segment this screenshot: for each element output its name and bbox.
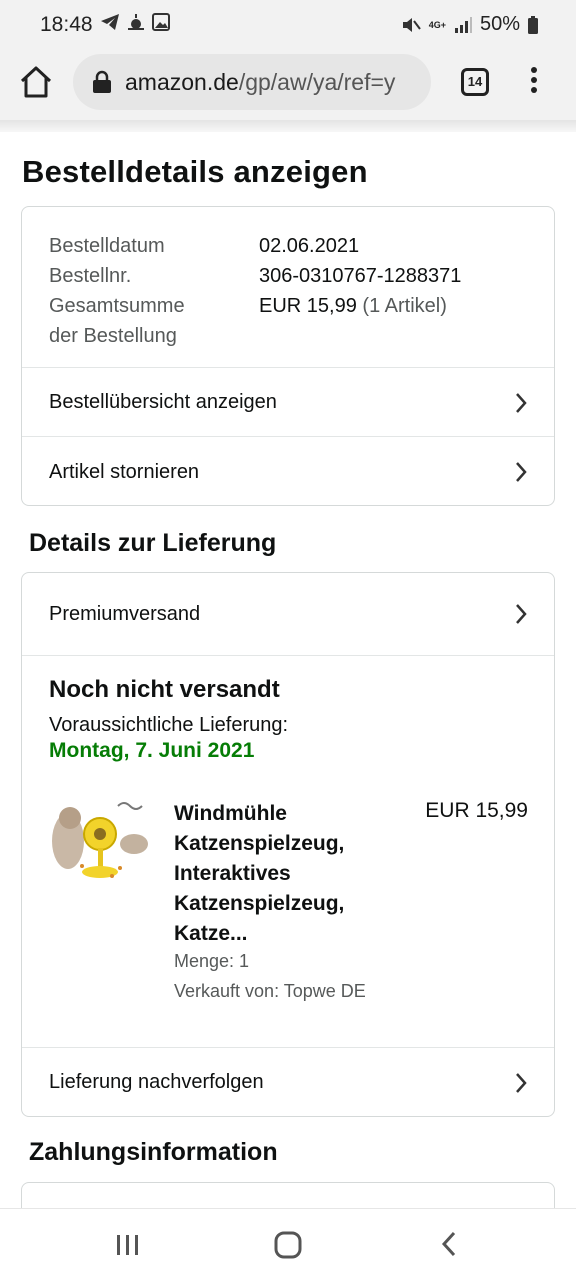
- lock-icon: [93, 70, 111, 93]
- order-total-value: EUR 15,99 (1 Artikel): [259, 291, 447, 351]
- payment-section-title: Zahlungsinformation: [29, 1138, 278, 1166]
- network-type: 4G+: [428, 19, 446, 30]
- shipment-details: Noch nicht versandt Voraussichtliche Lie…: [22, 655, 554, 1047]
- signal-icon: [454, 16, 472, 33]
- home-button-icon[interactable]: [274, 1231, 302, 1259]
- toolbar-shadow: [0, 120, 576, 132]
- order-number-label: Bestellnr.: [49, 265, 132, 287]
- order-overview-label: Bestellübersicht anzeigen: [49, 391, 277, 413]
- order-summary-card: Bestelldatum 02.06.2021 Bestellnr. 306-0…: [21, 206, 555, 506]
- gallery-icon: [152, 13, 170, 31]
- url-host: amazon.de: [125, 69, 239, 95]
- shipment-status: Noch nicht versandt: [49, 676, 280, 703]
- expected-delivery-label: Voraussichtliche Lieferung:: [49, 714, 289, 736]
- product-image[interactable]: [48, 796, 152, 886]
- battery-percent: 50%: [479, 13, 520, 35]
- recent-apps-icon[interactable]: [115, 1233, 141, 1257]
- order-date-label: Bestelldatum: [49, 235, 165, 257]
- menu-dots-icon[interactable]: [526, 64, 542, 100]
- status-time: 18:48: [40, 13, 93, 36]
- url-path: /gp/aw/ya/ref=y: [238, 69, 396, 95]
- back-icon[interactable]: [440, 1231, 458, 1257]
- expected-delivery-date: Montag, 7. Juni 2021: [49, 739, 255, 762]
- order-item-count: (1 Artikel): [362, 295, 447, 317]
- battery-icon: [528, 15, 538, 34]
- chevron-right-icon: [516, 393, 527, 413]
- cancel-items-link[interactable]: Artikel stornieren: [22, 436, 554, 505]
- chevron-right-icon: [516, 604, 527, 624]
- chevron-right-icon: [516, 1073, 527, 1093]
- order-date-value: 02.06.2021: [259, 235, 360, 257]
- tab-switcher-button[interactable]: 14: [461, 68, 489, 96]
- weather-icon: [128, 14, 144, 30]
- status-bar: 18:48 4G+ 50%: [0, 0, 576, 50]
- order-overview-link[interactable]: Bestellübersicht anzeigen: [22, 367, 554, 436]
- cancel-items-label: Artikel stornieren: [49, 461, 200, 483]
- url-bar[interactable]: amazon.de/gp/aw/ya/ref=y: [73, 54, 431, 110]
- url-text: amazon.de/gp/aw/ya/ref=y: [125, 69, 395, 96]
- product-seller: Verkauft von: Topwe DE: [174, 981, 366, 1001]
- notification-icons: [100, 13, 170, 31]
- home-icon[interactable]: [18, 64, 54, 100]
- order-total-label-line2: der Bestellung: [49, 325, 177, 347]
- order-total-label-line1: Gesamtsumme: [49, 295, 185, 317]
- shipping-method-label: Premiumversand: [49, 603, 201, 625]
- browser-toolbar: amazon.de/gp/aw/ya/ref=y 14: [0, 50, 576, 120]
- shipping-method-row[interactable]: Premiumversand: [22, 573, 554, 655]
- status-right: 4G+ 50%: [401, 13, 538, 36]
- telegram-icon: [101, 14, 119, 30]
- track-delivery-label: Lieferung nachverfolgen: [49, 1071, 264, 1093]
- delivery-section-title: Details zur Lieferung: [29, 529, 277, 557]
- track-delivery-link[interactable]: Lieferung nachverfolgen: [22, 1047, 554, 1116]
- order-info: Bestelldatum 02.06.2021 Bestellnr. 306-0…: [22, 207, 554, 367]
- order-total-amount: EUR 15,99: [259, 295, 357, 317]
- android-nav-bar: [0, 1208, 576, 1280]
- chevron-right-icon: [516, 462, 527, 482]
- order-total-label: Gesamtsumme der Bestellung: [49, 291, 259, 351]
- product-quantity: Menge: 1: [174, 951, 250, 971]
- mute-icon: [402, 17, 421, 32]
- order-number-value: 306-0310767-1288371: [259, 265, 462, 287]
- product-price: EUR 15,99: [425, 799, 528, 822]
- page-title: Bestelldetails anzeigen: [22, 154, 368, 189]
- product-title[interactable]: Windmühle Katzenspielzeug, Interaktives …: [174, 799, 394, 949]
- delivery-card: Premiumversand Noch nicht versandt Vorau…: [21, 572, 555, 1117]
